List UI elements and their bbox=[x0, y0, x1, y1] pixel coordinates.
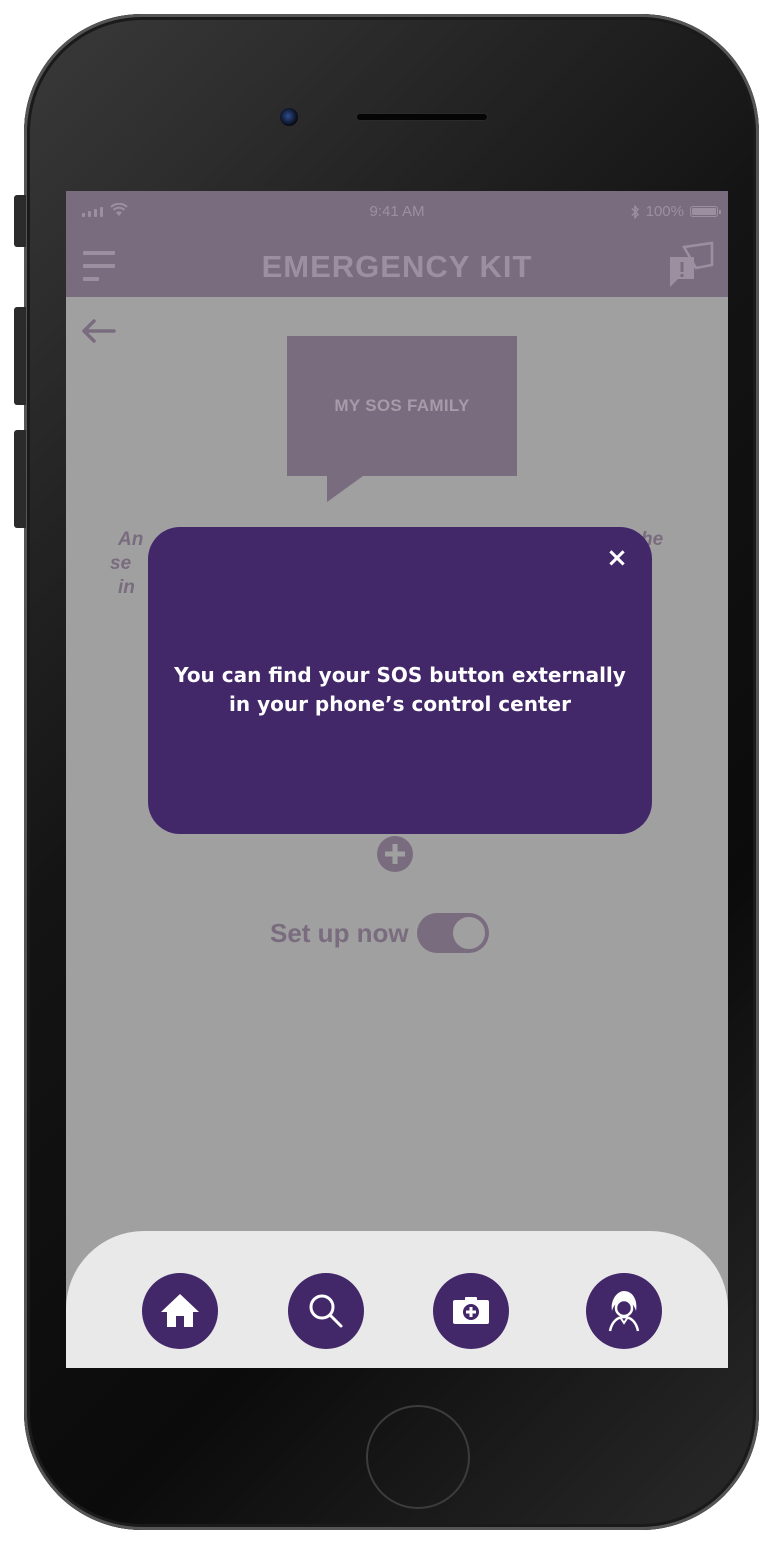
user-icon bbox=[608, 1291, 640, 1332]
info-popup: × You can find your SOS button externall… bbox=[148, 527, 652, 834]
battery-percent: 100% bbox=[645, 203, 684, 220]
earpiece-speaker bbox=[357, 114, 487, 120]
background-text-fragment: se bbox=[110, 553, 132, 574]
tab-emergency-kit[interactable] bbox=[433, 1273, 509, 1349]
tab-home[interactable] bbox=[142, 1273, 218, 1349]
volume-up-button[interactable] bbox=[14, 307, 26, 405]
background-text-fragment: in bbox=[118, 577, 135, 598]
page-title: EMERGENCY KIT bbox=[261, 249, 533, 284]
search-icon bbox=[309, 1294, 343, 1328]
setup-label: Set up now bbox=[270, 917, 409, 948]
add-contact-icon[interactable] bbox=[377, 836, 413, 872]
close-icon[interactable]: × bbox=[602, 543, 632, 573]
sos-family-bubble[interactable]: MY SOS FAMILY bbox=[287, 336, 517, 476]
app-screen: 9:41 AM 100% EMERGENCY KIT MY SOS FAMILY… bbox=[66, 191, 728, 1368]
bubble-tail bbox=[327, 476, 363, 502]
tab-profile[interactable] bbox=[586, 1273, 662, 1349]
mute-switch[interactable] bbox=[14, 195, 26, 247]
alert-chat-icon[interactable] bbox=[666, 241, 716, 289]
setup-toggle[interactable] bbox=[416, 913, 489, 953]
tab-search[interactable] bbox=[288, 1273, 364, 1349]
medical-kit-icon bbox=[453, 1297, 489, 1324]
front-camera bbox=[280, 108, 298, 126]
background-text-fragment: An bbox=[118, 529, 144, 550]
setup-row: Set up now bbox=[270, 913, 489, 953]
volume-down-button[interactable] bbox=[14, 430, 26, 528]
home-icon bbox=[161, 1294, 199, 1327]
status-bar: 9:41 AM 100% bbox=[66, 191, 728, 235]
toggle-knob bbox=[450, 915, 487, 951]
popup-message: You can find your SOS button externally … bbox=[174, 663, 626, 716]
battery-group: 100% bbox=[630, 203, 721, 220]
tab-bar bbox=[66, 1231, 728, 1368]
sos-family-label: MY SOS FAMILY bbox=[334, 396, 470, 415]
back-arrow-icon[interactable] bbox=[80, 317, 116, 345]
app-header: EMERGENCY KIT bbox=[66, 235, 728, 297]
battery-icon bbox=[690, 206, 721, 217]
home-button[interactable] bbox=[366, 1405, 470, 1509]
bluetooth-icon bbox=[631, 204, 639, 219]
